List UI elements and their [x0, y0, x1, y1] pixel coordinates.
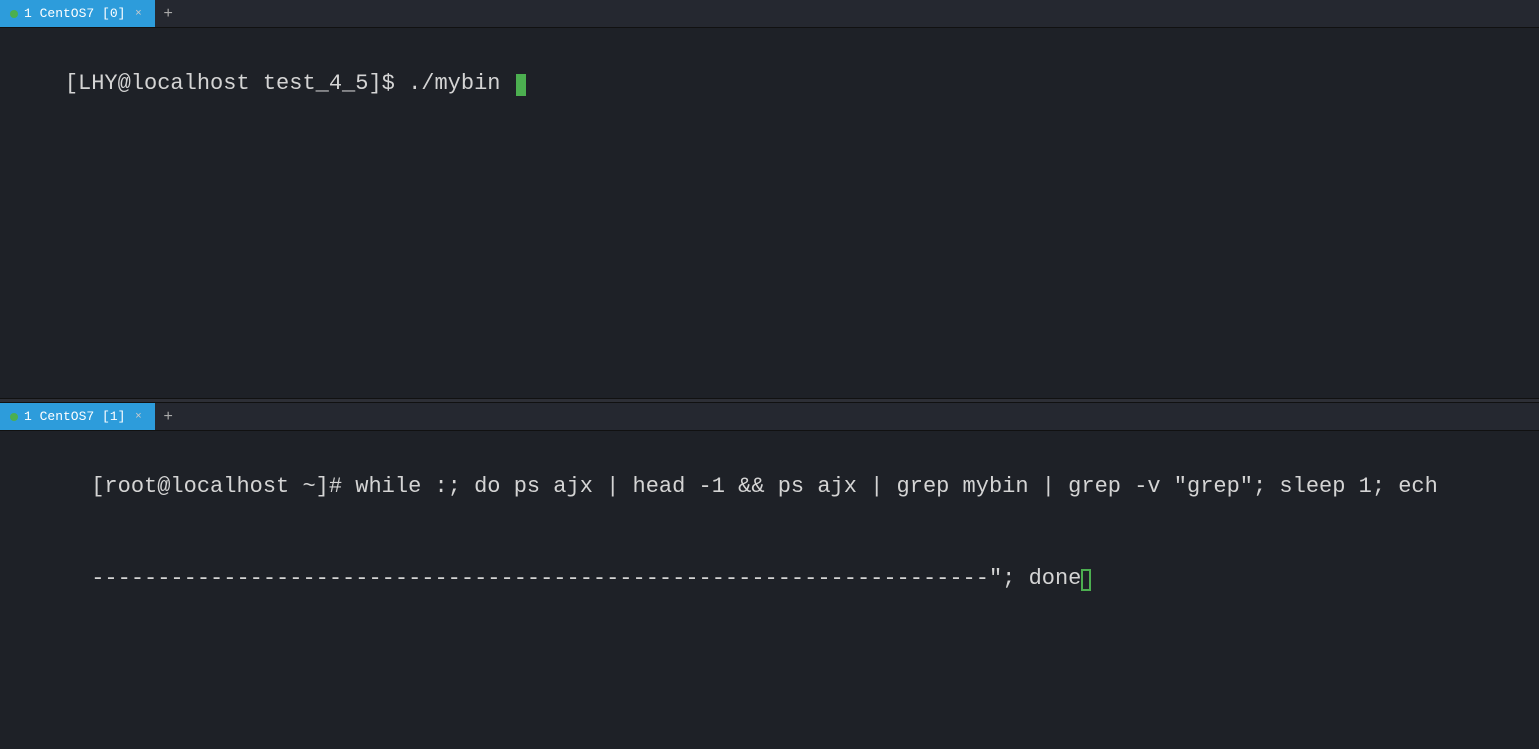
bottom-tab-active[interactable]: 1 CentOS7 [1] ×: [0, 403, 155, 430]
bottom-line-1: [root@localhost ~]# while :; do ps ajx |…: [12, 441, 1527, 533]
bottom-command-text: [root@localhost ~]# while :; do ps ajx |…: [91, 474, 1438, 499]
tab-dot-green: [10, 10, 18, 18]
top-tab-add[interactable]: +: [155, 0, 181, 27]
top-tab-active[interactable]: 1 CentOS7 [0] ×: [0, 0, 155, 27]
top-command-line: [LHY@localhost test_4_5]$ ./mybin: [12, 38, 1527, 130]
bottom-tab-bar: 1 CentOS7 [1] × +: [0, 403, 1539, 431]
bottom-tab-dot-green: [10, 413, 18, 421]
bottom-tab-close[interactable]: ×: [131, 410, 145, 424]
top-terminal-pane[interactable]: [LHY@localhost test_4_5]$ ./mybin: [0, 28, 1539, 398]
bottom-command-text-2: ----------------------------------------…: [91, 566, 1081, 591]
bottom-cursor: [1081, 569, 1091, 591]
bottom-terminal-pane[interactable]: [root@localhost ~]# while :; do ps ajx |…: [0, 431, 1539, 749]
top-tab-close[interactable]: ×: [131, 7, 145, 21]
top-tab-label: 1 CentOS7 [0]: [24, 6, 125, 21]
bottom-line-2: ----------------------------------------…: [12, 533, 1527, 625]
bottom-tab-label: 1 CentOS7 [1]: [24, 409, 125, 424]
top-cursor: [516, 74, 526, 96]
bottom-tab-add[interactable]: +: [155, 403, 181, 430]
top-prompt: [LHY@localhost test_4_5]$ ./mybin: [65, 71, 514, 96]
top-tab-bar: 1 CentOS7 [0] × +: [0, 0, 1539, 28]
bottom-section: 1 CentOS7 [1] × + [root@localhost ~]# wh…: [0, 403, 1539, 749]
